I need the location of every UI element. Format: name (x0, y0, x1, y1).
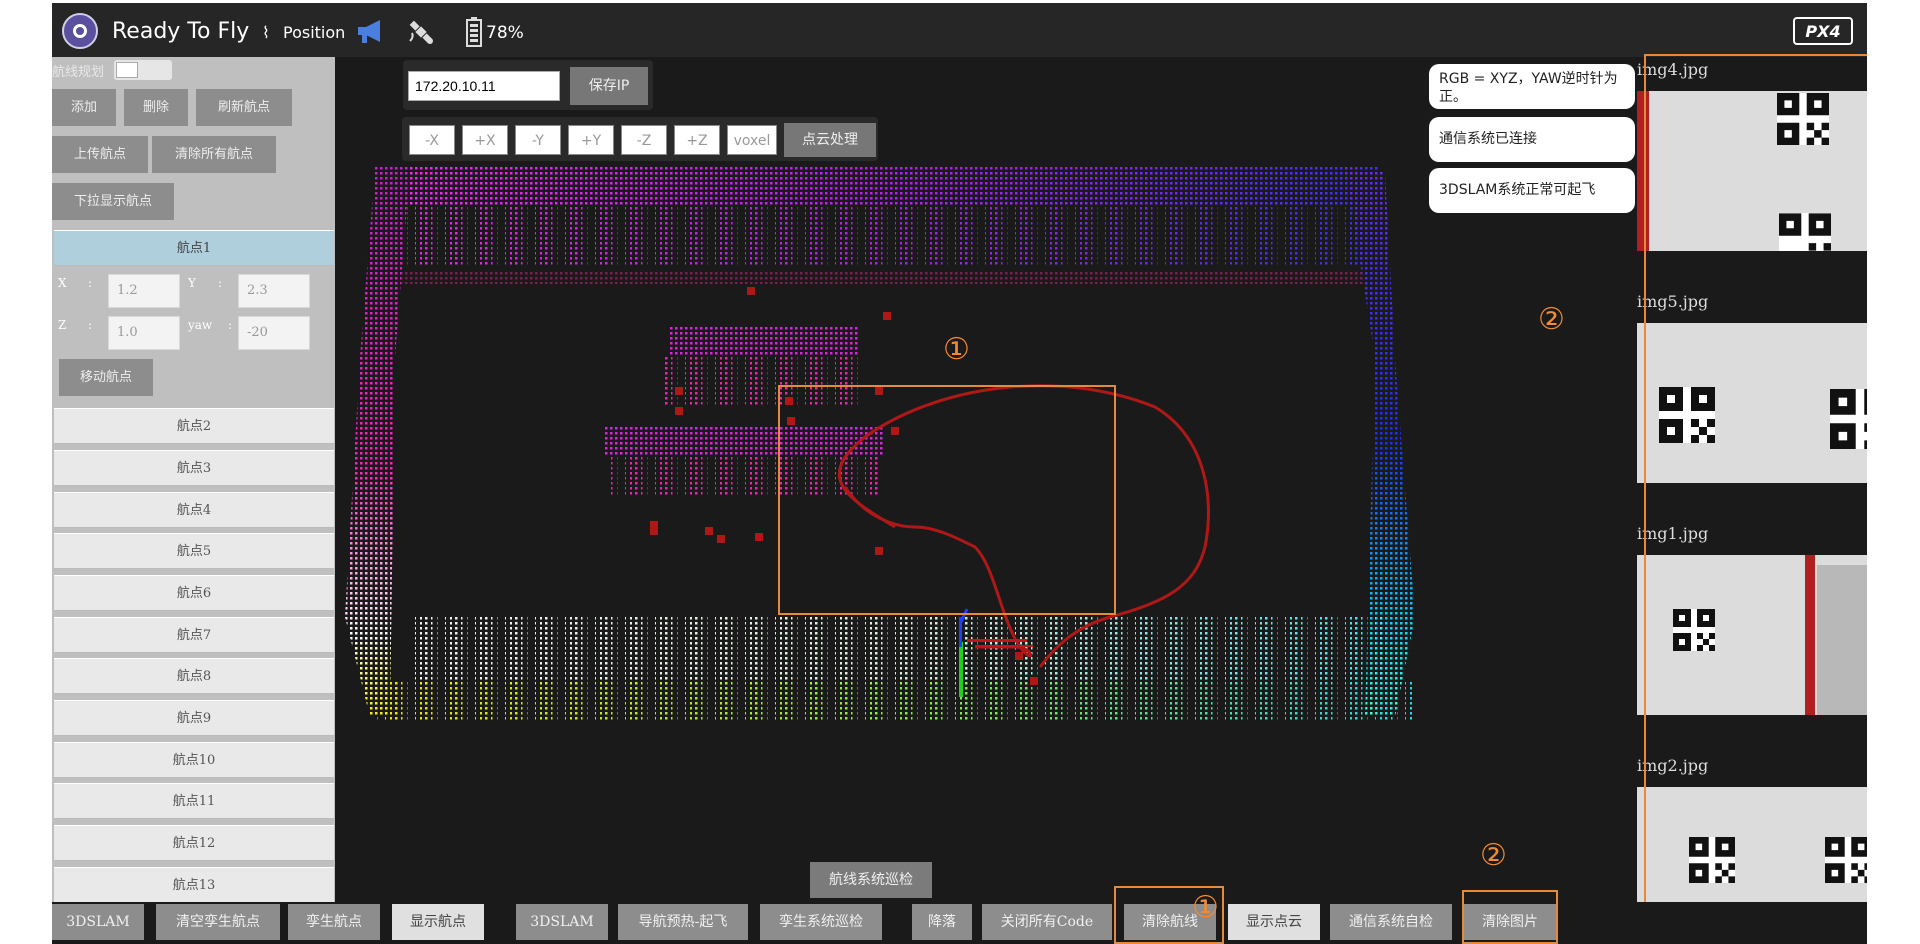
y-label: Y (188, 276, 196, 290)
annotation-two-label: ② (1538, 302, 1565, 337)
x-label: X (58, 276, 67, 290)
battery-level: 78% (486, 23, 524, 43)
plus-z-button[interactable]: +Z (674, 125, 720, 155)
land-button[interactable]: 降落 (912, 904, 972, 940)
app-window: Ready To Fly ⌇ Position 78% PX4 航线规划 添加 … (52, 0, 1867, 944)
waypoint-item-13[interactable]: 航点13 (54, 867, 334, 902)
show-pointcloud-button[interactable]: 显示点云 (1228, 904, 1320, 940)
waypoint-item-9[interactable]: 航点9 (54, 700, 334, 736)
gps-satellite-icon[interactable] (406, 17, 436, 47)
z-input[interactable]: 1.0 (108, 316, 180, 350)
clear-all-waypoints-button[interactable]: 清除所有航点 (152, 136, 276, 173)
pointcloud-process-button[interactable]: 点云处理 (784, 123, 876, 157)
slam-button-1[interactable]: 3DSLAM (52, 904, 144, 940)
px4-logo: PX4 (1793, 17, 1853, 45)
flight-status[interactable]: Ready To Fly (112, 19, 249, 44)
plus-y-button[interactable]: +Y (568, 125, 614, 155)
move-waypoint-button[interactable]: 移动航点 (59, 359, 153, 396)
highlight-box-clear-images (1462, 890, 1558, 944)
clear-twin-waypoints-button[interactable]: 清空孪生航点 (156, 904, 280, 940)
waypoint-panel: 航线规划 添加 删除 刷新航点 上传航点 清除所有航点 下拉显示航点 航点1 X… (52, 57, 335, 902)
waypoint-item-1[interactable]: 航点1 (54, 230, 334, 266)
twin-waypoints-button[interactable]: 孪生航点 (288, 904, 380, 940)
refresh-waypoints-button[interactable]: 刷新航点 (196, 89, 292, 126)
route-planning-toggle[interactable] (114, 60, 172, 80)
minus-x-button[interactable]: -X (409, 125, 455, 155)
pulldown-waypoints-button[interactable]: 下拉显示航点 (52, 183, 174, 220)
x-input[interactable]: 1.2 (108, 274, 180, 308)
megaphone-icon[interactable] (356, 17, 388, 45)
x-colon: : (88, 276, 93, 290)
waypoint-item-2[interactable]: 航点2 (54, 408, 334, 444)
slam-button-2[interactable]: 3DSLAM (516, 904, 608, 940)
minus-y-button[interactable]: -Y (515, 125, 561, 155)
show-waypoints-button[interactable]: 显示航点 (392, 904, 484, 940)
waypoint-item-11[interactable]: 航点11 (54, 783, 334, 819)
battery-icon[interactable] (466, 17, 482, 47)
qgc-logo-icon[interactable] (62, 13, 98, 49)
flight-mode-icon: ⌇ (262, 23, 270, 42)
minus-z-button[interactable]: -Z (621, 125, 667, 155)
comm-self-check-button[interactable]: 通信系统自检 (1330, 904, 1452, 940)
highlight-box-trajectory (778, 385, 1116, 615)
annotation-one-bottom-label: ① (1192, 890, 1219, 925)
delete-waypoint-button[interactable]: 删除 (124, 89, 188, 126)
waypoint-item-5[interactable]: 航点5 (54, 533, 334, 569)
yaw-input[interactable]: -20 (238, 316, 310, 350)
voxel-button[interactable]: voxel (727, 125, 777, 155)
waypoint-item-8[interactable]: 航点8 (54, 658, 334, 694)
z-label: Z (58, 318, 67, 332)
waypoint-item-7[interactable]: 航点7 (54, 617, 334, 653)
add-waypoint-button[interactable]: 添加 (52, 89, 116, 126)
top-toolbar: Ready To Fly ⌇ Position 78% PX4 (52, 0, 1867, 57)
annotation-two-bottom-label: ② (1480, 838, 1507, 873)
ip-address-input[interactable] (408, 71, 560, 101)
z-colon: : (88, 318, 93, 332)
waypoint-item-3[interactable]: 航点3 (54, 450, 334, 486)
yaw-label: yaw (188, 318, 213, 332)
y-colon: : (218, 276, 223, 290)
highlight-box-images (1644, 54, 1867, 930)
waypoint-item-10[interactable]: 航点10 (54, 742, 334, 778)
slam-status-note: 3DSLAM系统正常可起飞 (1429, 168, 1635, 213)
waypoint-item-12[interactable]: 航点12 (54, 825, 334, 861)
flight-mode[interactable]: Position (283, 23, 345, 42)
close-all-code-button[interactable]: 关闭所有Code (982, 904, 1112, 940)
coordinate-note: RGB = XYZ，YAW逆时针为正。 (1429, 64, 1635, 109)
plus-x-button[interactable]: +X (462, 125, 508, 155)
upload-waypoints-button[interactable]: 上传航点 (52, 136, 148, 173)
annotation-one-label: ① (943, 332, 970, 367)
waypoint-item-4[interactable]: 航点4 (54, 492, 334, 528)
route-inspection-button[interactable]: 航线系统巡检 (810, 862, 932, 898)
yaw-colon: : (228, 318, 233, 332)
comm-status-note: 通信系统已连接 (1429, 117, 1635, 162)
nav-preheat-takeoff-button[interactable]: 导航预热-起飞 (618, 904, 748, 940)
save-ip-button[interactable]: 保存IP (570, 67, 648, 105)
route-planning-label: 航线规划 (52, 65, 105, 80)
twin-system-inspection-button[interactable]: 孪生系统巡检 (760, 904, 882, 940)
waypoint-item-6[interactable]: 航点6 (54, 575, 334, 611)
y-input[interactable]: 2.3 (238, 274, 310, 308)
